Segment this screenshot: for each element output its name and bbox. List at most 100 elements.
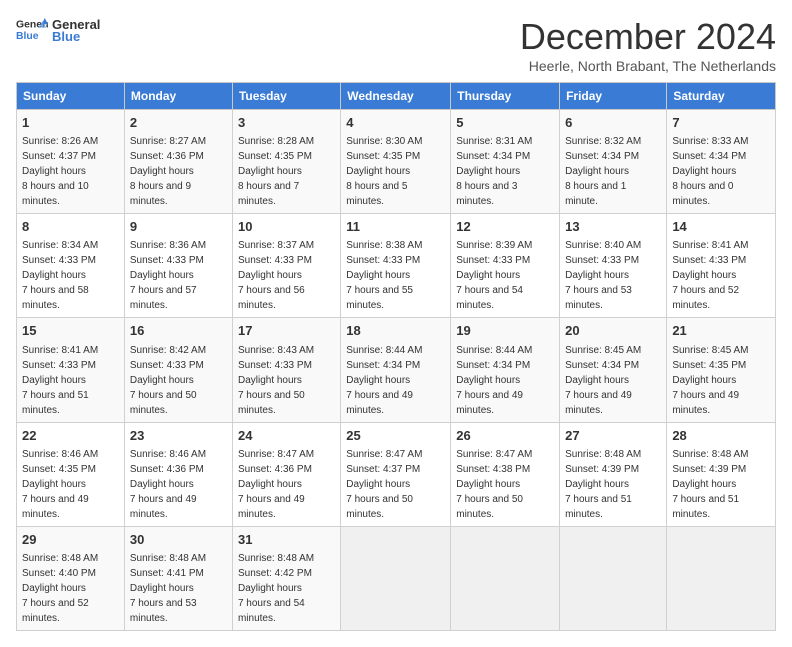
calendar-cell: 19 Sunrise: 8:44 AMSunset: 4:34 PMDayligh… bbox=[451, 318, 560, 422]
day-number: 30 bbox=[130, 531, 227, 549]
calendar-cell: 25 Sunrise: 8:47 AMSunset: 4:37 PMDayligh… bbox=[341, 422, 451, 526]
calendar-cell: 16 Sunrise: 8:42 AMSunset: 4:33 PMDayligh… bbox=[124, 318, 232, 422]
day-number: 12 bbox=[456, 218, 554, 236]
day-info: Sunrise: 8:48 AMSunset: 4:42 PMDaylight … bbox=[238, 553, 314, 624]
day-number: 15 bbox=[22, 322, 119, 340]
day-number: 1 bbox=[22, 114, 119, 132]
calendar-cell: 30 Sunrise: 8:48 AMSunset: 4:41 PMDayligh… bbox=[124, 526, 232, 630]
day-info: Sunrise: 8:45 AMSunset: 4:35 PMDaylight … bbox=[672, 345, 748, 416]
calendar-cell bbox=[667, 526, 776, 630]
calendar-cell: 23 Sunrise: 8:46 AMSunset: 4:36 PMDayligh… bbox=[124, 422, 232, 526]
day-number: 2 bbox=[130, 114, 227, 132]
day-info: Sunrise: 8:46 AMSunset: 4:36 PMDaylight … bbox=[130, 449, 206, 520]
calendar-cell: 31 Sunrise: 8:48 AMSunset: 4:42 PMDayligh… bbox=[232, 526, 340, 630]
day-number: 17 bbox=[238, 322, 335, 340]
day-info: Sunrise: 8:32 AMSunset: 4:34 PMDaylight … bbox=[565, 136, 641, 207]
weekday-header-thursday: Thursday bbox=[451, 83, 560, 110]
calendar-cell: 9 Sunrise: 8:36 AMSunset: 4:33 PMDaylight… bbox=[124, 214, 232, 318]
day-number: 18 bbox=[346, 322, 445, 340]
calendar-cell: 1 Sunrise: 8:26 AMSunset: 4:37 PMDaylight… bbox=[17, 110, 125, 214]
calendar-cell: 14 Sunrise: 8:41 AMSunset: 4:33 PMDayligh… bbox=[667, 214, 776, 318]
day-number: 26 bbox=[456, 427, 554, 445]
day-info: Sunrise: 8:47 AMSunset: 4:37 PMDaylight … bbox=[346, 449, 422, 520]
day-info: Sunrise: 8:44 AMSunset: 4:34 PMDaylight … bbox=[346, 345, 422, 416]
day-number: 29 bbox=[22, 531, 119, 549]
day-info: Sunrise: 8:48 AMSunset: 4:39 PMDaylight … bbox=[565, 449, 641, 520]
calendar-cell bbox=[341, 526, 451, 630]
weekday-header-row: SundayMondayTuesdayWednesdayThursdayFrid… bbox=[17, 83, 776, 110]
calendar-cell: 3 Sunrise: 8:28 AMSunset: 4:35 PMDaylight… bbox=[232, 110, 340, 214]
day-info: Sunrise: 8:26 AMSunset: 4:37 PMDaylight … bbox=[22, 136, 98, 207]
day-info: Sunrise: 8:37 AMSunset: 4:33 PMDaylight … bbox=[238, 240, 314, 311]
day-number: 28 bbox=[672, 427, 770, 445]
day-number: 20 bbox=[565, 322, 661, 340]
calendar-cell: 15 Sunrise: 8:41 AMSunset: 4:33 PMDayligh… bbox=[17, 318, 125, 422]
day-number: 3 bbox=[238, 114, 335, 132]
day-number: 10 bbox=[238, 218, 335, 236]
calendar-cell: 20 Sunrise: 8:45 AMSunset: 4:34 PMDayligh… bbox=[560, 318, 667, 422]
calendar-cell: 29 Sunrise: 8:48 AMSunset: 4:40 PMDayligh… bbox=[17, 526, 125, 630]
header: General Blue General Blue December 2024 … bbox=[16, 16, 776, 74]
logo: General Blue General Blue bbox=[16, 16, 100, 44]
calendar-cell: 6Sunrise: 8:32 AMSunset: 4:34 PMDaylight… bbox=[560, 110, 667, 214]
day-info: Sunrise: 8:48 AMSunset: 4:41 PMDaylight … bbox=[130, 553, 206, 624]
day-number: 19 bbox=[456, 322, 554, 340]
day-info: Sunrise: 8:38 AMSunset: 4:33 PMDaylight … bbox=[346, 240, 422, 311]
day-info: Sunrise: 8:36 AMSunset: 4:33 PMDaylight … bbox=[130, 240, 206, 311]
calendar-cell: 28 Sunrise: 8:48 AMSunset: 4:39 PMDayligh… bbox=[667, 422, 776, 526]
day-info: Sunrise: 8:41 AMSunset: 4:33 PMDaylight … bbox=[672, 240, 748, 311]
calendar-cell: 24 Sunrise: 8:47 AMSunset: 4:36 PMDayligh… bbox=[232, 422, 340, 526]
day-info: Sunrise: 8:45 AMSunset: 4:34 PMDaylight … bbox=[565, 345, 641, 416]
svg-text:Blue: Blue bbox=[16, 31, 39, 42]
day-info: Sunrise: 8:48 AMSunset: 4:39 PMDaylight … bbox=[672, 449, 748, 520]
calendar-cell bbox=[451, 526, 560, 630]
day-number: 5 bbox=[456, 114, 554, 132]
calendar-cell: 8Sunrise: 8:34 AMSunset: 4:33 PMDaylight… bbox=[17, 214, 125, 318]
calendar-cell: 13Sunrise: 8:40 AMSunset: 4:33 PMDayligh… bbox=[560, 214, 667, 318]
day-number: 4 bbox=[346, 114, 445, 132]
calendar-cell: 26 Sunrise: 8:47 AMSunset: 4:38 PMDayligh… bbox=[451, 422, 560, 526]
weekday-header-friday: Friday bbox=[560, 83, 667, 110]
day-info: Sunrise: 8:44 AMSunset: 4:34 PMDaylight … bbox=[456, 345, 532, 416]
day-number: 11 bbox=[346, 218, 445, 236]
calendar-cell: 21 Sunrise: 8:45 AMSunset: 4:35 PMDayligh… bbox=[667, 318, 776, 422]
day-number: 8 bbox=[22, 218, 119, 236]
calendar-cell bbox=[560, 526, 667, 630]
calendar-cell: 17Sunrise: 8:43 AMSunset: 4:33 PMDayligh… bbox=[232, 318, 340, 422]
week-row-2: 8Sunrise: 8:34 AMSunset: 4:33 PMDaylight… bbox=[17, 214, 776, 318]
calendar-cell: 7Sunrise: 8:33 AMSunset: 4:34 PMDaylight… bbox=[667, 110, 776, 214]
day-number: 22 bbox=[22, 427, 119, 445]
day-number: 25 bbox=[346, 427, 445, 445]
day-number: 21 bbox=[672, 322, 770, 340]
day-number: 24 bbox=[238, 427, 335, 445]
weekday-header-sunday: Sunday bbox=[17, 83, 125, 110]
day-info: Sunrise: 8:27 AMSunset: 4:36 PMDaylight … bbox=[130, 136, 206, 207]
week-row-5: 29 Sunrise: 8:48 AMSunset: 4:40 PMDayligh… bbox=[17, 526, 776, 630]
day-info: Sunrise: 8:48 AMSunset: 4:40 PMDaylight … bbox=[22, 553, 98, 624]
calendar-table: SundayMondayTuesdayWednesdayThursdayFrid… bbox=[16, 82, 776, 631]
day-info: Sunrise: 8:30 AMSunset: 4:35 PMDaylight … bbox=[346, 136, 422, 207]
calendar-cell: 5Sunrise: 8:31 AMSunset: 4:34 PMDaylight… bbox=[451, 110, 560, 214]
day-number: 16 bbox=[130, 322, 227, 340]
calendar-cell: 22Sunrise: 8:46 AMSunset: 4:35 PMDayligh… bbox=[17, 422, 125, 526]
day-info: Sunrise: 8:47 AMSunset: 4:38 PMDaylight … bbox=[456, 449, 532, 520]
day-number: 23 bbox=[130, 427, 227, 445]
day-info: Sunrise: 8:40 AMSunset: 4:33 PMDaylight … bbox=[565, 240, 641, 311]
title-section: December 2024 Heerle, North Brabant, The… bbox=[520, 16, 776, 74]
calendar-cell: 10 Sunrise: 8:37 AMSunset: 4:33 PMDayligh… bbox=[232, 214, 340, 318]
day-number: 14 bbox=[672, 218, 770, 236]
day-number: 27 bbox=[565, 427, 661, 445]
day-info: Sunrise: 8:47 AMSunset: 4:36 PMDaylight … bbox=[238, 449, 314, 520]
day-number: 7 bbox=[672, 114, 770, 132]
location-title: Heerle, North Brabant, The Netherlands bbox=[520, 58, 776, 74]
day-number: 9 bbox=[130, 218, 227, 236]
week-row-1: 1 Sunrise: 8:26 AMSunset: 4:37 PMDaylight… bbox=[17, 110, 776, 214]
day-info: Sunrise: 8:42 AMSunset: 4:33 PMDaylight … bbox=[130, 345, 206, 416]
day-number: 31 bbox=[238, 531, 335, 549]
calendar-cell: 12Sunrise: 8:39 AMSunset: 4:33 PMDayligh… bbox=[451, 214, 560, 318]
day-info: Sunrise: 8:41 AMSunset: 4:33 PMDaylight … bbox=[22, 345, 98, 416]
month-title: December 2024 bbox=[520, 16, 776, 58]
week-row-3: 15 Sunrise: 8:41 AMSunset: 4:33 PMDayligh… bbox=[17, 318, 776, 422]
calendar-cell: 27 Sunrise: 8:48 AMSunset: 4:39 PMDayligh… bbox=[560, 422, 667, 526]
day-info: Sunrise: 8:28 AMSunset: 4:35 PMDaylight … bbox=[238, 136, 314, 207]
